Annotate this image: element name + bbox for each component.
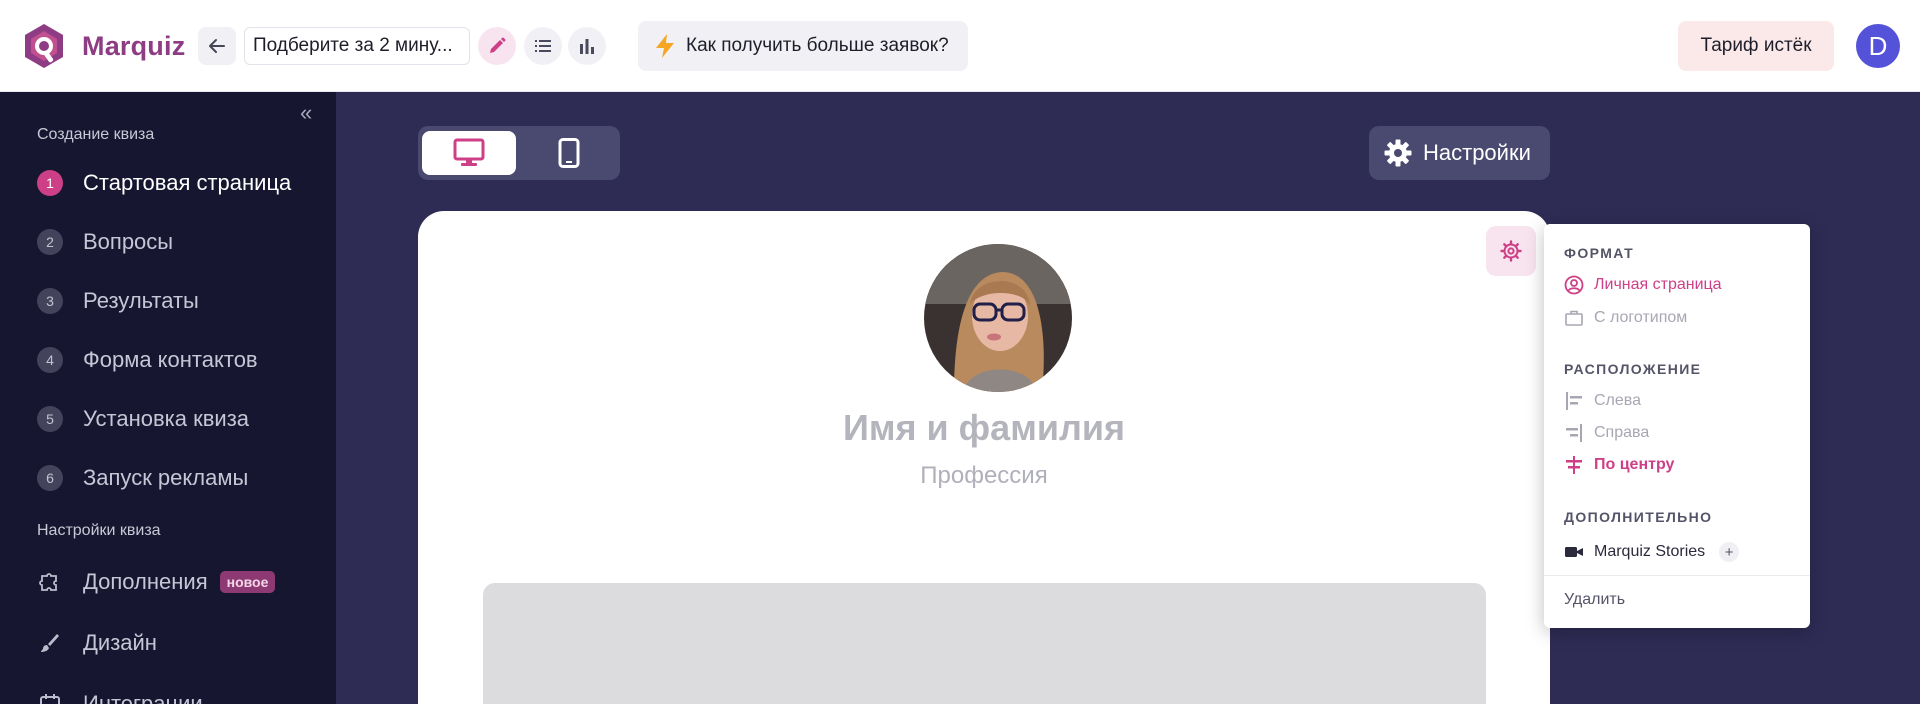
sidebar-item-label: Дополнения [83,569,208,594]
device-toggle [418,126,620,180]
delete-button[interactable]: Удалить [1564,591,1625,609]
list-icon [535,40,551,52]
arrow-left-icon [209,39,225,53]
option-label: С логотипом [1594,309,1688,326]
sidebar-item-results[interactable]: 3 Результаты [37,281,327,321]
person-profession[interactable]: Профессия [418,462,1550,490]
layout-center-option[interactable]: По центру [1564,452,1674,478]
sidebar: « Создание квиза 1 Стартовая страница 2 … [0,92,336,704]
briefcase-icon [1565,310,1583,326]
questions-list-button[interactable] [524,27,562,65]
sidebar-item-design[interactable]: Дизайн [37,623,327,663]
calendar-icon [37,691,63,704]
video-camera-icon [1565,547,1583,557]
section-label-create: Создание квиза [37,126,155,143]
top-bar: Marquiz Подберите за 2 мину... Как получ… [0,0,1920,92]
collapse-sidebar-icon[interactable]: « [300,102,312,124]
statistics-button[interactable] [568,27,606,65]
settings-label: Настройки [1423,140,1531,165]
sidebar-item-install[interactable]: 5 Установка квиза [37,399,327,439]
option-label: Слева [1594,392,1642,409]
marquiz-logo-icon [25,24,63,68]
sidebar-item-label: Интеграции [83,691,203,704]
quiz-name-field[interactable]: Подберите за 2 мину... [244,27,470,65]
step-number: 4 [37,347,63,373]
monitor-icon [453,138,485,166]
format-with-logo-option[interactable]: С логотипом [1564,305,1687,331]
step-number: 1 [37,170,63,196]
add-icon[interactable]: + [1719,542,1740,562]
desktop-view-button[interactable] [422,131,516,175]
person-name[interactable]: Имя и фамилия [418,407,1550,449]
align-left-icon [1566,392,1582,410]
pencil-icon [490,37,506,53]
sidebar-item-label: Установка квиза [83,406,250,431]
lightning-icon [656,34,674,58]
block-settings-button[interactable] [1486,226,1536,276]
sidebar-item-contact-form[interactable]: 4 Форма контактов [37,340,327,380]
option-label: По центру [1594,456,1675,473]
layout-left-option[interactable]: Слева [1564,388,1641,414]
format-personal-page-option[interactable]: Личная страница [1564,272,1722,298]
profile-photo[interactable] [924,244,1072,392]
tariff-button[interactable]: Тариф истёк [1678,21,1834,71]
avatar[interactable]: D [1856,24,1900,68]
divider [1544,575,1810,576]
section-label-settings: Настройки квиза [37,522,161,539]
option-label: Справа [1594,424,1650,441]
extra-heading: ДОПОЛНИТЕЛЬНО [1564,509,1713,525]
puzzle-icon [37,569,63,595]
sidebar-item-label: Запуск рекламы [83,465,249,490]
option-label: Marquiz Stories [1594,543,1706,560]
step-number: 3 [37,288,63,314]
layout-heading: РАСПОЛОЖЕНИЕ [1564,361,1702,377]
sidebar-item-start-page[interactable]: 1 Стартовая страница [37,163,327,203]
step-number: 6 [37,465,63,491]
format-heading: ФОРМАТ [1564,245,1635,261]
sidebar-item-label: Стартовая страница [83,170,292,195]
sidebar-item-ads[interactable]: 6 Запуск рекламы [37,458,327,498]
logo[interactable]: Marquiz [20,21,185,71]
logo-text: Marquiz [82,30,186,61]
back-button[interactable] [198,27,236,65]
sidebar-item-questions[interactable]: 2 Вопросы [37,222,327,262]
gear-icon [1384,139,1412,167]
align-center-icon [1566,456,1582,474]
format-popup-menu: ФОРМАТ Личная страница С логотипом РАСПО… [1544,224,1810,628]
new-badge: новое [219,571,276,593]
edit-button[interactable] [478,27,516,65]
sidebar-item-label: Результаты [83,288,199,313]
sidebar-item-addons[interactable]: Дополнения новое [37,562,327,602]
step-number: 5 [37,406,63,432]
option-label: Личная страница [1594,276,1722,293]
sidebar-item-label: Дизайн [83,630,157,655]
bar-chart-icon [580,39,594,54]
media-placeholder[interactable] [483,583,1486,704]
mobile-view-button[interactable] [522,131,616,175]
settings-button[interactable]: Настройки [1369,126,1550,180]
step-number: 2 [37,229,63,255]
sidebar-item-integrations[interactable]: Интеграции [37,684,327,704]
sidebar-item-label: Вопросы [83,229,174,254]
brush-icon [37,630,63,656]
align-right-icon [1566,424,1582,442]
tips-button[interactable]: Как получить больше заявок? [638,21,968,71]
tips-label: Как получить больше заявок? [686,35,949,56]
sidebar-item-label: Форма контактов [83,347,258,372]
layout-right-option[interactable]: Справа [1564,420,1649,446]
user-circle-icon [1564,275,1584,295]
gear-icon [1500,240,1522,262]
phone-icon [558,138,580,168]
marquiz-stories-option[interactable]: Marquiz Stories + [1564,539,1740,565]
